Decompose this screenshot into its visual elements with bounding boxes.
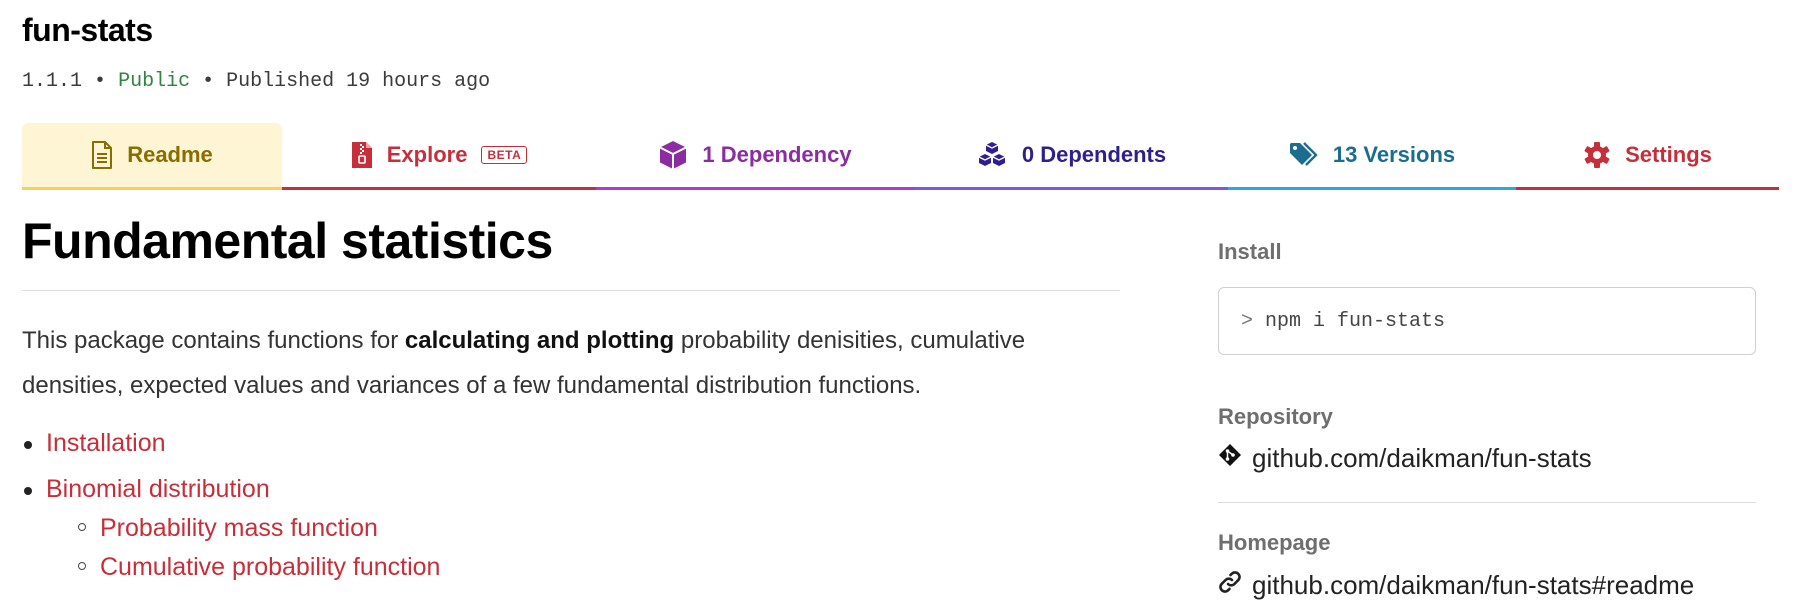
intro-emphasis: calculating and plotting: [404, 327, 675, 354]
tab-explore-label: Explore: [386, 142, 468, 167]
tags-icon: [1289, 142, 1319, 168]
zip-file-icon: [351, 141, 373, 169]
meta-separator: •: [202, 70, 215, 93]
install-command: npm i fun-stats: [1265, 309, 1446, 333]
package-meta: 1.1.1 • Public • Published 19 hours ago: [22, 70, 490, 93]
visibility-badge: Public: [118, 70, 191, 93]
readme-toc: Installation Binomial distribution Proba…: [22, 426, 440, 584]
package-page: fun-stats 1.1.1 • Public • Published 19 …: [0, 0, 1795, 611]
toc-link-binomial-distribution[interactable]: Binomial distribution: [46, 475, 270, 503]
gear-icon: [1583, 141, 1611, 169]
divider: [1218, 502, 1756, 503]
tab-versions-label: 13 Versions: [1332, 142, 1456, 167]
divider: [22, 290, 1120, 291]
tab-dependents-label: 0 Dependents: [1021, 142, 1167, 167]
readme-title: Fundamental statistics: [22, 213, 553, 269]
tab-settings[interactable]: Settings: [1516, 123, 1779, 190]
package-name: fun-stats: [22, 12, 153, 48]
tab-settings-label: Settings: [1625, 142, 1712, 167]
boxes-icon: [976, 141, 1008, 169]
toc-link-cumulative-probability-function[interactable]: Cumulative probability function: [100, 553, 440, 581]
toc-sublist: Probability mass function Cumulative pro…: [46, 511, 440, 584]
toc-link-installation[interactable]: Installation: [46, 429, 166, 457]
box-icon: [658, 140, 688, 170]
tab-readme-label: Readme: [127, 142, 213, 167]
repository-label: Repository: [1218, 404, 1333, 429]
meta-separator: •: [94, 70, 107, 93]
toc-item: Installation: [22, 426, 440, 472]
toc-link-probability-mass-function[interactable]: Probability mass function: [100, 514, 378, 542]
package-version: 1.1.1: [22, 70, 83, 93]
file-icon: [91, 141, 113, 169]
install-label: Install: [1218, 239, 1282, 264]
git-icon: [1218, 443, 1242, 474]
install-command-box[interactable]: > npm i fun-stats: [1218, 287, 1756, 355]
package-tabs: Readme Explore BETA 1 Dependency 0 Depen…: [22, 123, 1779, 190]
toc-subitem: Cumulative probability function: [77, 550, 440, 584]
tab-dependency-label: 1 Dependency: [702, 142, 852, 167]
tab-explore[interactable]: Explore BETA: [282, 123, 596, 190]
tab-dependency[interactable]: 1 Dependency: [596, 123, 914, 190]
toc-subitem: Probability mass function: [77, 511, 440, 545]
readme-intro: This package contains functions for calc…: [22, 318, 1120, 408]
homepage-label: Homepage: [1218, 530, 1331, 555]
published-time: Published 19 hours ago: [226, 70, 491, 93]
toc-item: Binomial distribution Probability mass f…: [22, 472, 440, 584]
tab-readme[interactable]: Readme: [22, 123, 282, 190]
intro-text: This package contains functions for: [22, 327, 405, 354]
homepage-link[interactable]: github.com/daikman/fun-stats#readme: [1218, 570, 1694, 601]
beta-badge: BETA: [481, 146, 528, 164]
homepage-link-text: github.com/daikman/fun-stats#readme: [1252, 570, 1695, 600]
terminal-prompt-icon: >: [1241, 309, 1254, 333]
link-icon: [1218, 570, 1242, 601]
repository-link-text: github.com/daikman/fun-stats: [1252, 443, 1592, 473]
tab-dependents[interactable]: 0 Dependents: [914, 123, 1228, 190]
repository-link[interactable]: github.com/daikman/fun-stats: [1218, 443, 1592, 474]
tab-versions[interactable]: 13 Versions: [1228, 123, 1516, 190]
